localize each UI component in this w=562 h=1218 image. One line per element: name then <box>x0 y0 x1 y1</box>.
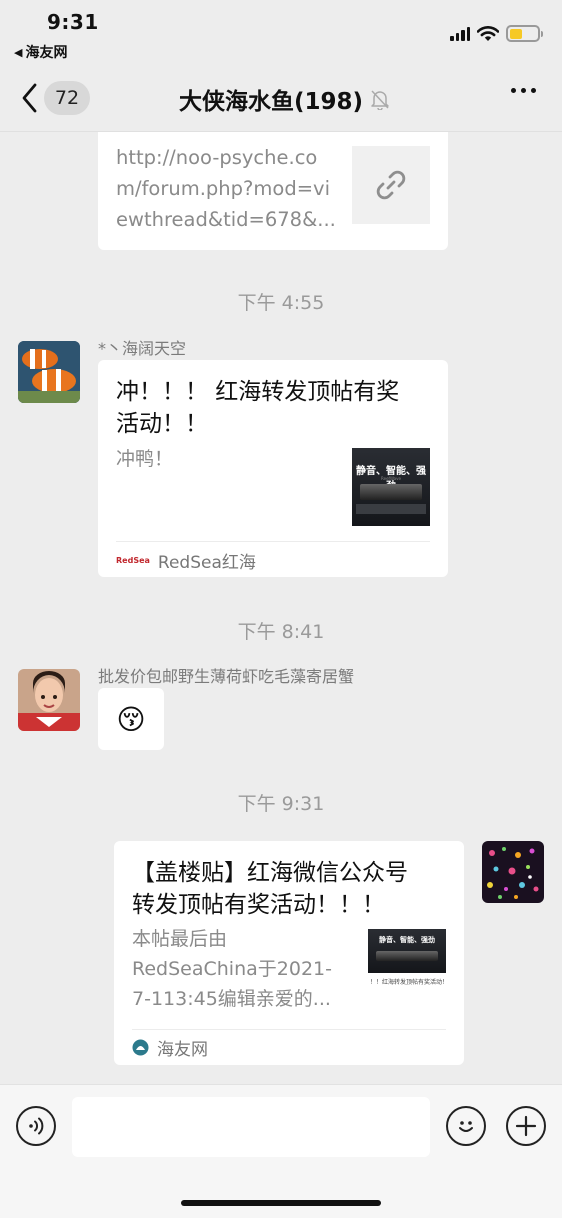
chat-title-text: 大侠海水鱼(198) <box>178 89 364 115</box>
plus-icon <box>515 1115 537 1137</box>
more-button[interactable] <box>511 88 536 93</box>
nav-bar: 72 大侠海水鱼(198) <box>0 66 562 132</box>
link-thumbnail <box>352 146 430 224</box>
emoji: 😚 <box>116 702 146 736</box>
redsea-logo: RedSea <box>116 556 150 565</box>
article-title: 【盖楼贴】红海微信公众号 转发顶帖有奖活动！！！ <box>132 860 408 918</box>
article-source: 海友网 <box>132 1035 208 1060</box>
avatar[interactable] <box>18 669 80 731</box>
back-triangle-icon: ◀ <box>14 45 23 59</box>
wifi-icon <box>477 25 499 41</box>
divider <box>116 541 430 542</box>
signal-icon <box>450 26 470 41</box>
link-url: http://noo-psyche.co m/forum.php?mod=vi … <box>116 146 336 231</box>
source-name: RedSea红海 <box>157 553 256 573</box>
coral-avatar-image <box>482 841 544 903</box>
message-input[interactable] <box>72 1097 430 1157</box>
divider <box>132 1029 446 1030</box>
link-card[interactable]: http://noo-psyche.co m/forum.php?mod=vi … <box>98 132 448 250</box>
voice-button[interactable] <box>16 1106 56 1146</box>
article-desc: 冲鸭！ <box>116 448 174 470</box>
status-time: 9:31 <box>47 10 99 34</box>
chat-screen: 9:31 ◀ 海友网 72 大侠海水鱼(198) http://noo-psyc… <box>0 0 562 1218</box>
timestamp: 下午 9:31 <box>237 793 325 815</box>
message-list[interactable]: http://noo-psyche.co m/forum.php?mod=vi … <box>0 132 562 1084</box>
article-thumbnail: 静音、智能、强劲 ReefWave <box>352 448 430 526</box>
article-thumbnail: 静音、智能、强劲 ！！红海转发顶帖有奖活动！ <box>368 929 446 1007</box>
emoji-button[interactable] <box>446 1106 486 1146</box>
voice-icon <box>29 1117 44 1135</box>
sender-name: *丶海阔天空 <box>98 339 187 358</box>
emoji-bubble[interactable]: 😚 <box>98 688 164 750</box>
status-icons <box>450 25 543 42</box>
return-app-label: 海友网 <box>25 45 68 61</box>
battery-icon <box>506 25 543 42</box>
clownfish-avatar-image <box>18 341 80 403</box>
more-icon <box>511 88 516 93</box>
link-icon <box>376 170 406 200</box>
child-avatar-image <box>18 669 80 731</box>
timestamp: 下午 4:55 <box>237 292 325 314</box>
avatar[interactable] <box>18 341 80 403</box>
article-card[interactable]: 冲！！！ 红海转发顶帖有奖 活动！！ 冲鸭！ 静音、智能、强劲 ReefWave… <box>98 360 448 577</box>
more-functions-button[interactable] <box>506 1106 546 1146</box>
input-bar <box>0 1084 562 1218</box>
article-source: RedSea RedSea红海 <box>116 548 256 573</box>
emoji-icon <box>459 1121 473 1132</box>
site-logo-icon <box>132 1039 149 1056</box>
mute-bell-icon <box>371 90 389 110</box>
timestamp: 下午 8:41 <box>237 621 325 643</box>
sender-name: 批发价包邮野生薄荷虾吃毛藻寄居蟹 <box>98 667 355 686</box>
source-name: 海友网 <box>157 1040 208 1060</box>
home-indicator[interactable] <box>181 1200 381 1206</box>
article-card[interactable]: 【盖楼贴】红海微信公众号 转发顶帖有奖活动！！！ 本帖最后由 RedSeaChi… <box>114 841 464 1065</box>
my-avatar[interactable] <box>482 841 544 903</box>
return-to-app[interactable]: ◀ 海友网 <box>14 42 67 62</box>
chat-title: 大侠海水鱼(198) <box>0 82 562 116</box>
article-desc: 本帖最后由 RedSeaChina于2021- 7-113:45编辑亲爱的... <box>132 928 332 1010</box>
article-title: 冲！！！ 红海转发顶帖有奖 活动！！ <box>116 379 400 437</box>
